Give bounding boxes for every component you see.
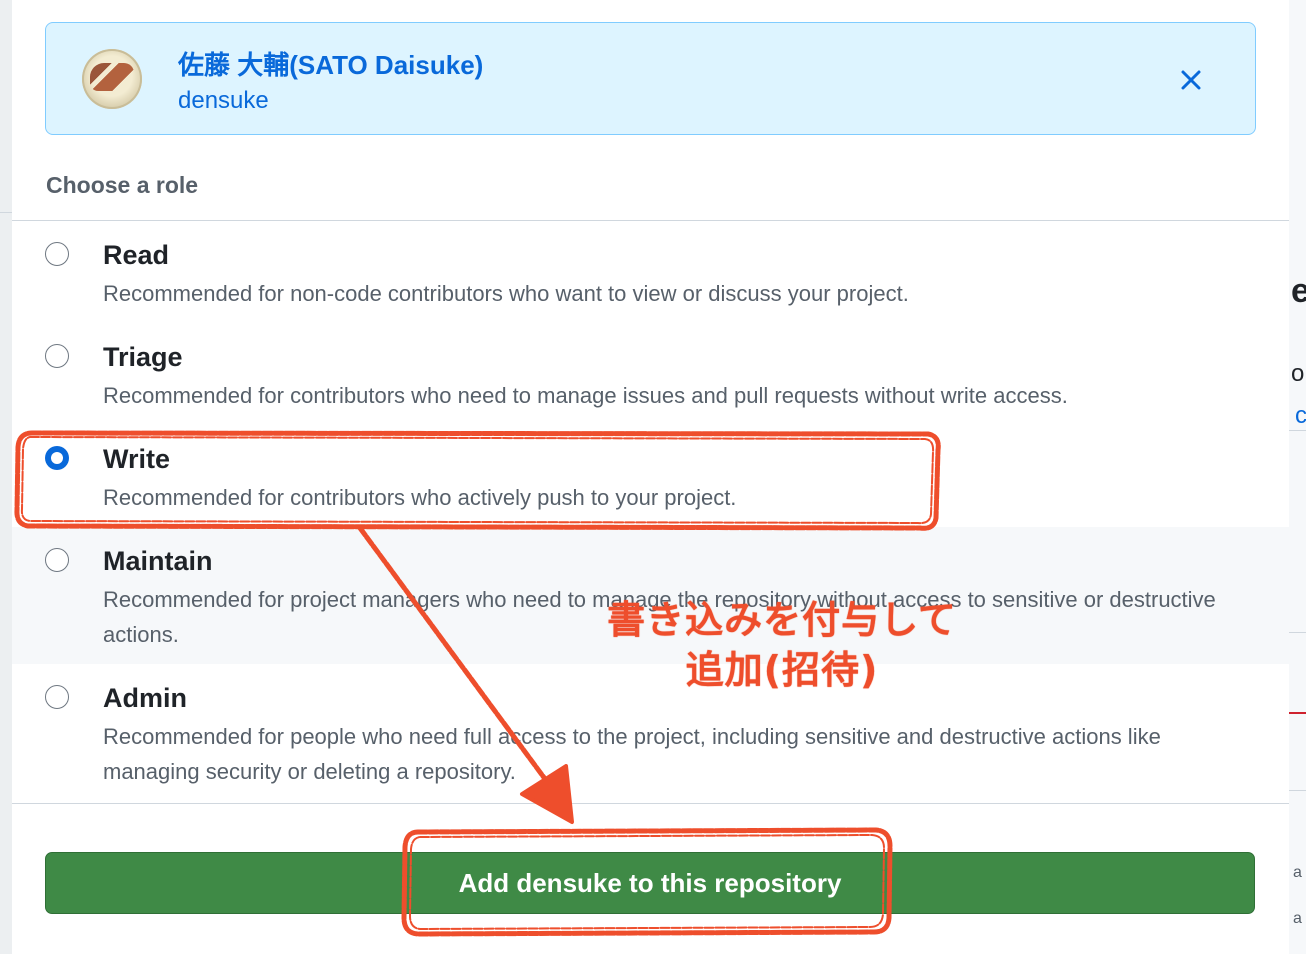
- role-option-write[interactable]: Write Recommended for contributors who a…: [12, 425, 1289, 528]
- role-title: Read: [103, 240, 170, 270]
- close-icon: [1181, 70, 1201, 90]
- role-option-triage[interactable]: Triage Recommended for contributors who …: [12, 323, 1289, 426]
- background-left-strip: [0, 0, 12, 954]
- annotation-line-2: 追加(招待): [685, 648, 879, 692]
- avatar: [82, 49, 142, 109]
- background-small-fragment-2: a: [1293, 910, 1302, 927]
- role-radio-read[interactable]: [45, 242, 69, 266]
- annotation-line-1: 書き込みを付与して: [607, 598, 957, 642]
- background-small-fragment-1: a: [1293, 864, 1302, 881]
- selected-user-card: 佐藤 大輔(SATO Daisuke) densuke: [45, 22, 1256, 135]
- role-radio-admin[interactable]: [45, 685, 69, 709]
- role-radio-maintain[interactable]: [45, 548, 69, 572]
- background-text-fragment: o: [1291, 360, 1305, 387]
- background-right-strip: e o c a a: [1289, 0, 1306, 954]
- role-title: Maintain: [103, 546, 213, 576]
- role-radio-write[interactable]: [45, 446, 69, 470]
- remove-user-button[interactable]: [1174, 63, 1208, 97]
- add-collaborator-dialog: 佐藤 大輔(SATO Daisuke) densuke Choose a rol…: [12, 0, 1289, 954]
- add-collaborator-button[interactable]: Add densuke to this repository: [45, 852, 1255, 914]
- role-option-read[interactable]: Read Recommended for non-code contributo…: [12, 221, 1289, 324]
- background-link-fragment: c: [1295, 402, 1306, 429]
- background-heading-fragment: e: [1291, 272, 1306, 310]
- role-title: Triage: [103, 342, 183, 372]
- role-description: Recommended for people who need full acc…: [103, 724, 1161, 784]
- role-description: Recommended for contributors who activel…: [103, 485, 737, 510]
- role-description: Recommended for contributors who need to…: [103, 383, 1068, 408]
- annotation-note: 書き込みを付与して 追加(招待): [592, 595, 972, 695]
- choose-role-heading: Choose a role: [46, 172, 199, 198]
- role-title: Admin: [103, 683, 187, 713]
- role-description: Recommended for non-code contributors wh…: [103, 281, 909, 306]
- user-display-name: 佐藤 大輔(SATO Daisuke): [178, 50, 484, 80]
- role-title: Write: [103, 444, 171, 474]
- user-login: densuke: [178, 87, 269, 114]
- role-radio-triage[interactable]: [45, 344, 69, 368]
- role-list: Read Recommended for non-code contributo…: [12, 220, 1289, 804]
